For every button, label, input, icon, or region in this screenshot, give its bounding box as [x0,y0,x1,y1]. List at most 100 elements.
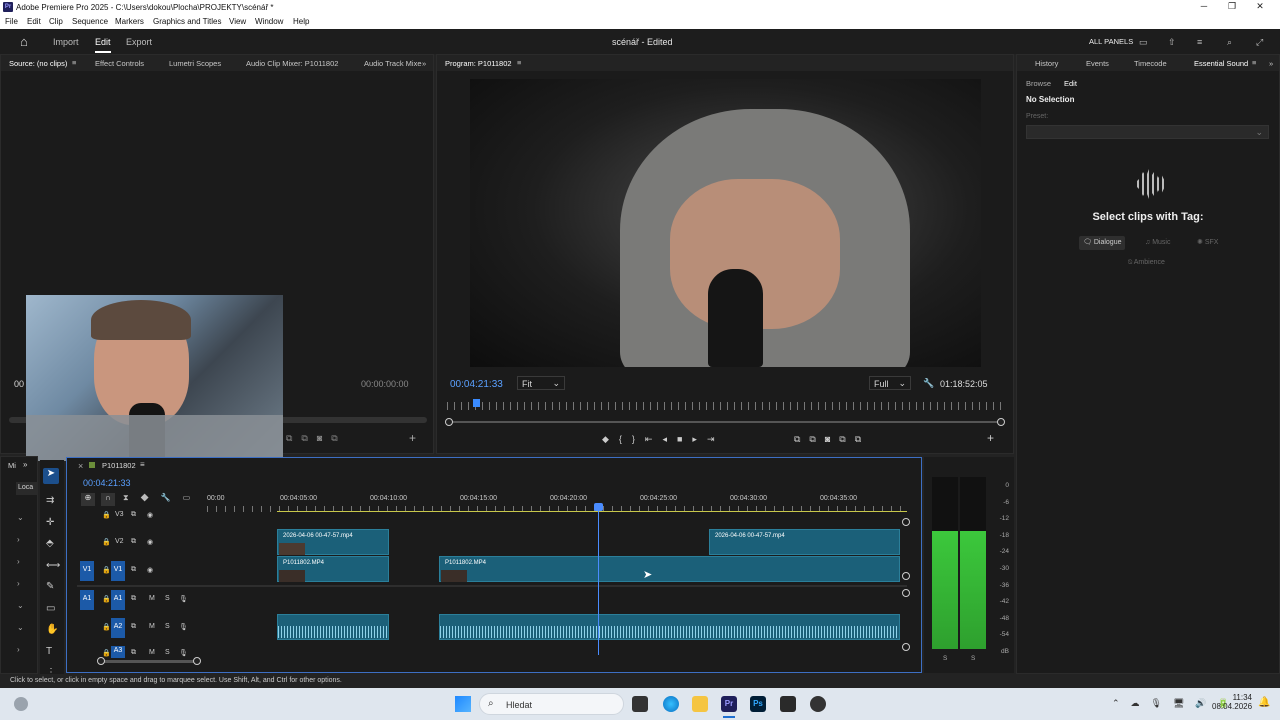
fit-dropdown[interactable]: Fit ⌄ [517,376,565,390]
photoshop-icon[interactable]: Ps [750,696,766,712]
solo-left-button[interactable]: S [943,655,947,662]
clip-v1-2[interactable]: P1011802.MP4 [439,556,900,582]
app-icon-notification[interactable] [810,696,826,712]
source-add-button-icon[interactable]: + [409,431,416,445]
menu-view[interactable]: View [229,17,246,26]
import-tab[interactable]: Import [53,37,79,47]
menu-clip[interactable]: Clip [49,17,63,26]
lock-icon[interactable]: 🔒 [102,566,111,574]
audio-clip-a2-1[interactable] [277,614,389,640]
tab-events[interactable]: Events [1086,59,1109,68]
edit-subtab[interactable]: Edit [1064,79,1077,88]
panel-layout-icon[interactable]: ▭ [1139,37,1148,48]
program-transport-controls[interactable]: ◆{}⇤◂■▸⇥ [602,434,725,445]
track-scroll-handle[interactable] [902,572,910,580]
edit-tab[interactable]: Edit [95,37,111,47]
close-icon[interactable]: ✕ [1253,1,1267,13]
snap-icon[interactable]: ∩ [101,493,115,506]
file-explorer-icon[interactable] [692,696,708,712]
menu-graphics[interactable]: Graphics and Titles [153,17,221,26]
mic-icon[interactable]: 🎙 [179,623,188,631]
work-area-bar[interactable] [277,511,907,512]
menu-edit[interactable]: Edit [27,17,41,26]
more-tabs-icon[interactable]: » [23,460,27,469]
nest-icon[interactable]: ⊕ [81,493,95,506]
premiere-taskbar-icon[interactable]: Pr [721,696,737,712]
home-icon[interactable]: ⌂ [20,34,28,49]
tab-menu-icon[interactable]: ≡ [72,58,76,67]
mute-button[interactable]: M [149,649,155,656]
preset-dropdown[interactable]: ⌄ [1026,125,1269,139]
project-location[interactable]: Loca [16,482,38,495]
mic-icon[interactable]: 🎙 [179,595,188,603]
sync-icon[interactable]: ⧉ [131,511,136,519]
edge-icon[interactable] [663,696,679,712]
track-a2-label[interactable]: A2 [111,618,125,638]
timeline-horizontal-scrollbar[interactable] [101,660,197,663]
menu-sequence[interactable]: Sequence [72,17,108,26]
menu-file[interactable]: File [5,17,18,26]
track-a3-label[interactable]: A3 [111,646,125,658]
sync-icon[interactable]: ⧉ [131,649,136,657]
program-zoom-bar[interactable] [449,421,1003,423]
track-v2-label[interactable]: V2 [115,538,124,545]
eye-icon[interactable]: ◉ [147,566,153,574]
mute-button[interactable]: M [149,623,155,630]
search-icon[interactable]: ⌕ [1227,37,1232,48]
scroll-handle-right[interactable] [193,657,201,665]
wrench-icon[interactable]: 🔧 [923,378,934,389]
mic-icon[interactable]: 🎙 [179,649,188,657]
notifications-icon[interactable]: 🔔 [1258,697,1270,708]
tab-audio-track-mixer[interactable]: Audio Track Mixe [364,59,422,68]
timeline-tab[interactable]: P1011802 [102,461,136,470]
solo-right-button[interactable]: S [971,655,975,662]
all-panels-button[interactable]: ALL PANELS [1089,37,1133,46]
track-scroll-handle[interactable] [902,518,910,526]
quality-dropdown[interactable]: Full ⌄ [869,376,911,390]
selection-tool-icon[interactable]: ➤ [43,468,59,484]
zoom-handle-right[interactable] [997,418,1005,426]
lock-icon[interactable]: 🔒 [102,538,111,546]
tab-timecode[interactable]: Timecode [1134,59,1167,68]
track-v1-label[interactable]: V1 [111,561,125,581]
widgets-icon[interactable] [14,697,28,711]
lock-icon[interactable]: 🔒 [102,595,111,603]
program-ruler[interactable] [447,402,1003,410]
audio-clip-a2-2[interactable] [439,614,900,640]
tab-essential-sound[interactable]: Essential Sound [1194,59,1248,68]
track-scroll-handle[interactable] [902,589,910,597]
menu-help[interactable]: Help [293,17,309,26]
project-tab[interactable]: Mi [8,461,16,470]
more-tabs-icon[interactable]: » [422,59,426,68]
track-a1-label[interactable]: A1 [111,590,125,610]
playhead-handle[interactable] [594,503,603,511]
tab-audio-clip-mixer[interactable]: Audio Clip Mixer: P1011802 [246,59,338,68]
scroll-handle-left[interactable] [97,657,105,665]
project-tree-chevrons[interactable]: ⌄ › › › ⌄ ⌄ › [17,507,24,661]
clip-v2-2[interactable]: 2026-04-06 00-47-57.mp4 [709,529,900,555]
program-title[interactable]: Program: P1011802 [445,59,512,68]
track-v3-label[interactable]: V3 [115,511,124,518]
eye-icon[interactable]: ◉ [147,511,153,519]
menu-window[interactable]: Window [255,17,283,26]
source-transport-icons[interactable]: ⧉⧉◙⧉ [286,433,347,444]
solo-button[interactable]: S [165,595,170,602]
solo-button[interactable]: S [165,623,170,630]
restore-icon[interactable]: ❐ [1225,1,1239,13]
clock[interactable]: 11:34 08.04.2026 [1212,693,1252,711]
clip-v1-1[interactable]: P1011802.MP4 [277,556,389,582]
sync-icon[interactable]: ⧉ [131,538,136,546]
search-box[interactable]: ⌕ Hledat [479,693,624,715]
mute-button[interactable]: M [149,595,155,602]
lock-icon[interactable]: 🔒 [102,511,111,519]
more-tabs-icon[interactable]: » [1269,59,1273,68]
program-menu-icon[interactable]: ≡ [517,58,521,67]
tag-sfx[interactable]: ✺ SFX [1193,236,1222,250]
clip-v2-1[interactable]: 2026-04-06 00-47-57.mp4 [277,529,389,555]
menu-lines-icon[interactable]: ≡ [1197,37,1202,47]
track-scroll-handle[interactable] [902,643,910,651]
close-icon[interactable]: × [78,461,83,471]
lock-icon[interactable]: 🔒 [102,649,111,657]
export-tab[interactable]: Export [126,37,152,47]
menu-markers[interactable]: Markers [115,17,144,26]
